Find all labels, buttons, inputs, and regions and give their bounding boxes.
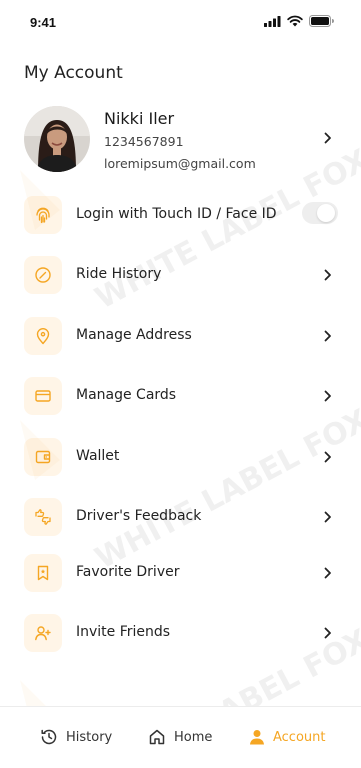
tab-home[interactable]: Home xyxy=(148,725,212,749)
menu-item-label: Favorite Driver xyxy=(76,564,180,580)
battery-icon xyxy=(309,15,334,27)
status-bar: 9:41 xyxy=(0,0,361,44)
menu-item-touch-id[interactable]: Login with Touch ID / Face ID xyxy=(24,196,338,236)
icon-box xyxy=(24,377,62,415)
menu-item-label: Login with Touch ID / Face ID xyxy=(76,206,277,222)
profile-name: Nikki Iler xyxy=(104,109,175,128)
thumbs-feedback-icon xyxy=(35,509,51,525)
tab-history[interactable]: History xyxy=(40,725,112,749)
chevron-right-icon xyxy=(324,390,331,402)
tab-label: Home xyxy=(174,729,213,745)
menu-item-invite-friends[interactable]: Invite Friends xyxy=(24,614,338,654)
avatar xyxy=(24,106,90,172)
chevron-right-icon xyxy=(324,132,331,144)
status-time: 9:41 xyxy=(30,15,57,30)
tab-label: History xyxy=(66,729,113,745)
compass-icon xyxy=(35,267,51,283)
icon-box xyxy=(24,554,62,592)
fingerprint-icon xyxy=(36,207,50,224)
credit-card-icon xyxy=(35,390,51,402)
history-icon xyxy=(41,729,57,745)
cellular-signal-icon xyxy=(264,15,281,27)
add-user-icon xyxy=(35,626,51,641)
profile-card[interactable]: Nikki Iler 1234567891 loremipsum@gmail.c… xyxy=(24,106,338,176)
icon-box xyxy=(24,317,62,355)
chevron-right-icon xyxy=(324,269,331,281)
status-icons xyxy=(264,14,334,28)
touch-id-toggle[interactable] xyxy=(302,202,338,224)
bottom-tab-bar: History Home Account xyxy=(0,706,361,768)
wifi-icon xyxy=(287,15,303,27)
menu-item-wallet[interactable]: Wallet xyxy=(24,438,338,478)
home-icon xyxy=(149,729,165,745)
menu-item-label: Wallet xyxy=(76,448,120,464)
chevron-right-icon xyxy=(324,330,331,342)
toggle-knob xyxy=(317,204,335,222)
chevron-right-icon xyxy=(324,451,331,463)
menu-item-label: Driver's Feedback xyxy=(76,508,202,524)
profile-phone: 1234567891 xyxy=(104,134,184,149)
menu-item-ride-history[interactable]: Ride History xyxy=(24,256,338,296)
watermark-text: WHITE LABEL FOX xyxy=(90,403,361,577)
menu-item-manage-cards[interactable]: Manage Cards xyxy=(24,377,338,417)
chevron-right-icon xyxy=(324,567,331,579)
menu-item-drivers-feedback[interactable]: Driver's Feedback xyxy=(24,498,338,538)
menu-item-favorite-driver[interactable]: Favorite Driver xyxy=(24,554,338,594)
menu-item-manage-address[interactable]: Manage Address xyxy=(24,317,338,357)
page-title: My Account xyxy=(24,63,123,83)
menu-item-label: Manage Cards xyxy=(76,387,177,403)
menu-item-label: Invite Friends xyxy=(76,624,171,640)
profile-email: loremipsum@gmail.com xyxy=(104,156,256,171)
bookmark-star-icon xyxy=(37,565,49,581)
tab-label: Account xyxy=(273,729,326,745)
icon-box xyxy=(24,498,62,536)
icon-box xyxy=(24,196,62,234)
location-pin-icon xyxy=(36,328,50,345)
menu-item-label: Manage Address xyxy=(76,327,192,343)
chevron-right-icon xyxy=(324,627,331,639)
menu-item-label: Ride History xyxy=(76,266,162,282)
icon-box xyxy=(24,614,62,652)
icon-box xyxy=(24,256,62,294)
chevron-right-icon xyxy=(324,511,331,523)
icon-box xyxy=(24,438,62,476)
user-icon xyxy=(250,730,264,745)
wallet-icon xyxy=(35,450,51,464)
tab-account[interactable]: Account xyxy=(249,725,326,749)
